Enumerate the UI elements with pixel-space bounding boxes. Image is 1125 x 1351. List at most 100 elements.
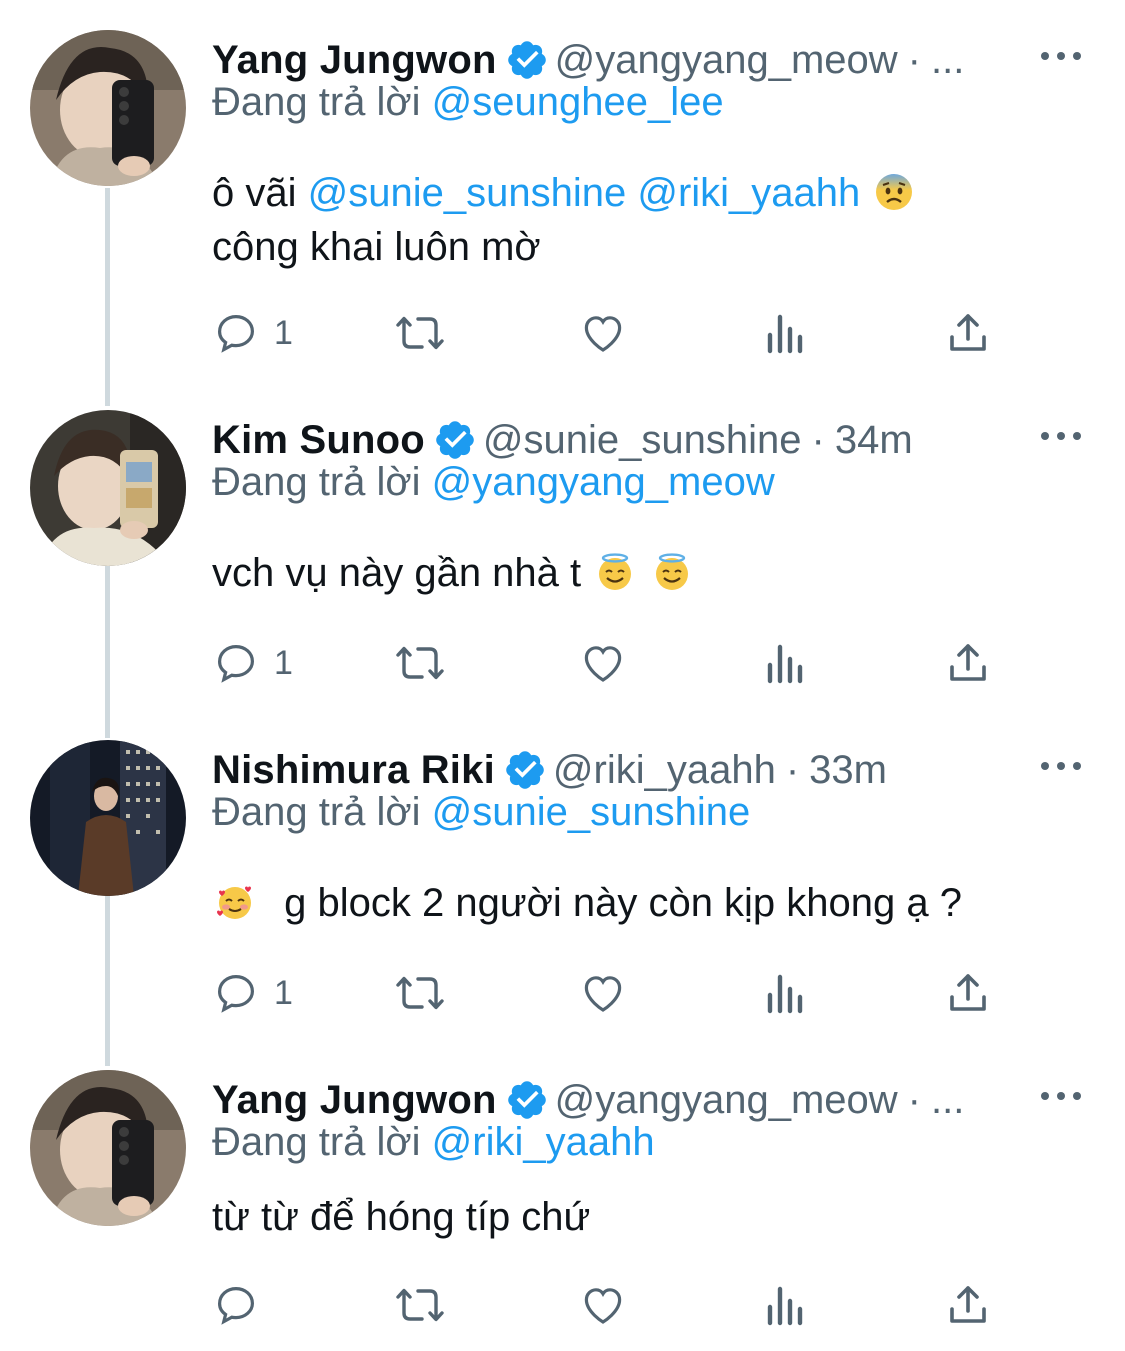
- retweet-icon: [396, 1288, 444, 1322]
- views-icon: [767, 314, 803, 354]
- share-button[interactable]: [944, 638, 992, 688]
- reply-button[interactable]: 1: [212, 308, 293, 358]
- replying-mention[interactable]: @seunghee_lee: [432, 80, 724, 124]
- tweet-text-line: công khai luôn mờ: [212, 225, 541, 269]
- tweet-text: ô vãi @sunie_sunshine @riki_yaahh công k…: [212, 166, 917, 274]
- separator: ·: [785, 747, 800, 792]
- timestamp: 33m: [809, 747, 887, 792]
- replying-label: Đang trả lời: [212, 790, 421, 834]
- display-name[interactable]: Yang Jungwon: [212, 38, 497, 83]
- handle[interactable]: @riki_yaahh: [553, 748, 776, 793]
- smiling-face-with-halo-emoji: [656, 553, 689, 590]
- heart-icon: [584, 646, 622, 682]
- replying-mention[interactable]: @yangyang_meow: [432, 460, 775, 504]
- replying-label: Đang trả lời: [212, 1120, 421, 1164]
- display-name[interactable]: Nishimura Riki: [212, 748, 495, 793]
- replying-to: Đang trả lời @yangyang_meow: [212, 460, 775, 505]
- like-button[interactable]: [578, 1280, 628, 1330]
- heart-icon: [584, 976, 622, 1012]
- display-name[interactable]: Kim Sunoo: [212, 418, 425, 463]
- display-name[interactable]: Yang Jungwon: [212, 1078, 497, 1123]
- verified-badge-icon: [506, 751, 544, 789]
- tweet-text: g block 2 người này còn kịp khong ạ ?: [212, 876, 962, 930]
- reply-icon: [217, 314, 255, 353]
- replying-mention[interactable]: @sunie_sunshine: [432, 790, 751, 834]
- views-icon: [767, 974, 803, 1014]
- tweet-text-segment: g block 2 người này còn kịp khong ạ ?: [284, 881, 962, 925]
- tweet[interactable]: Kim Sunoo @sunie_sunshine · 34m Đang trả…: [0, 410, 1125, 710]
- like-button[interactable]: [578, 968, 628, 1018]
- retweet-button[interactable]: [390, 638, 450, 688]
- retweet-button[interactable]: [390, 308, 450, 358]
- like-button[interactable]: [578, 638, 628, 688]
- tweet-text-segment: ô vãi: [212, 171, 297, 215]
- tweet[interactable]: Yang Jungwon @yangyang_meow · ... Đang t…: [0, 30, 1125, 390]
- views-button[interactable]: [764, 968, 808, 1018]
- more-options-icon[interactable]: [1041, 1084, 1081, 1108]
- smiling-face-with-hearts-emoji: [217, 886, 251, 919]
- tweet[interactable]: Nishimura Riki @riki_yaahh · 33m Đang tr…: [0, 740, 1125, 1040]
- views-button[interactable]: [764, 308, 808, 358]
- share-icon: [950, 974, 986, 1011]
- share-button[interactable]: [944, 1280, 992, 1330]
- mention-link[interactable]: @riki_yaahh: [637, 171, 860, 215]
- heart-icon: [584, 316, 622, 352]
- avatar[interactable]: [30, 740, 186, 896]
- reply-icon: [217, 1286, 255, 1325]
- reply-button[interactable]: 1: [212, 638, 293, 688]
- more-options-icon[interactable]: [1041, 424, 1081, 448]
- tweet-actions: 1: [212, 308, 1012, 358]
- avatar[interactable]: [30, 410, 186, 566]
- anxious-face-emoji: [876, 174, 913, 210]
- avatar[interactable]: [30, 1070, 186, 1226]
- tweet-text-segment: vch vụ này gần nhà t: [212, 551, 582, 595]
- handle[interactable]: @yangyang_meow: [555, 1078, 898, 1123]
- views-button[interactable]: [764, 638, 808, 688]
- handle[interactable]: @yangyang_meow: [555, 38, 898, 83]
- more-options-icon[interactable]: [1041, 44, 1081, 68]
- retweet-icon: [396, 646, 444, 680]
- handle[interactable]: @sunie_sunshine: [483, 418, 802, 463]
- share-icon: [950, 1286, 986, 1323]
- views-icon: [767, 1286, 803, 1326]
- retweet-button[interactable]: [390, 1280, 450, 1330]
- tweet-text: vch vụ này gần nhà t: [212, 546, 695, 600]
- timestamp: ...: [931, 1077, 965, 1122]
- share-icon: [950, 644, 986, 681]
- views-button[interactable]: [764, 1280, 808, 1330]
- tweet-text-segment: từ từ để hóng típ chứ: [212, 1195, 591, 1239]
- reply-count: 1: [274, 973, 293, 1012]
- like-button[interactable]: [578, 308, 628, 358]
- separator: ·: [907, 1077, 921, 1122]
- verified-badge-icon: [436, 421, 474, 459]
- replying-mention[interactable]: @riki_yaahh: [432, 1120, 655, 1164]
- views-icon: [767, 644, 803, 684]
- retweet-button[interactable]: [390, 968, 450, 1018]
- replying-to: Đang trả lời @seunghee_lee: [212, 80, 724, 125]
- more-options-icon[interactable]: [1041, 754, 1081, 778]
- verified-badge-icon: [507, 1081, 546, 1119]
- separator: ·: [811, 417, 825, 462]
- share-button[interactable]: [944, 968, 992, 1018]
- avatar[interactable]: [30, 30, 186, 186]
- timestamp: 34m: [834, 417, 913, 462]
- reply-button[interactable]: [212, 1280, 274, 1330]
- retweet-icon: [396, 976, 444, 1010]
- reply-icon: [217, 974, 255, 1013]
- tweet[interactable]: Yang Jungwon @yangyang_meow · ... Đang t…: [0, 1070, 1125, 1351]
- mention-link[interactable]: @sunie_sunshine: [308, 171, 627, 215]
- timestamp: ...: [931, 37, 965, 82]
- tweet-actions: [212, 1280, 1012, 1330]
- tweet-text: từ từ để hóng típ chứ: [212, 1190, 590, 1244]
- tweet-actions: 1: [212, 968, 1012, 1018]
- verified-badge-icon: [507, 41, 546, 79]
- replying-to: Đang trả lời @riki_yaahh: [212, 1120, 655, 1165]
- replying-label: Đang trả lời: [212, 460, 421, 504]
- reply-count: 1: [274, 643, 293, 682]
- separator: ·: [907, 37, 921, 82]
- replying-to: Đang trả lời @sunie_sunshine: [212, 790, 750, 835]
- replying-label: Đang trả lời: [212, 80, 421, 124]
- heart-icon: [584, 1288, 622, 1324]
- reply-button[interactable]: 1: [212, 968, 293, 1018]
- share-button[interactable]: [944, 308, 992, 358]
